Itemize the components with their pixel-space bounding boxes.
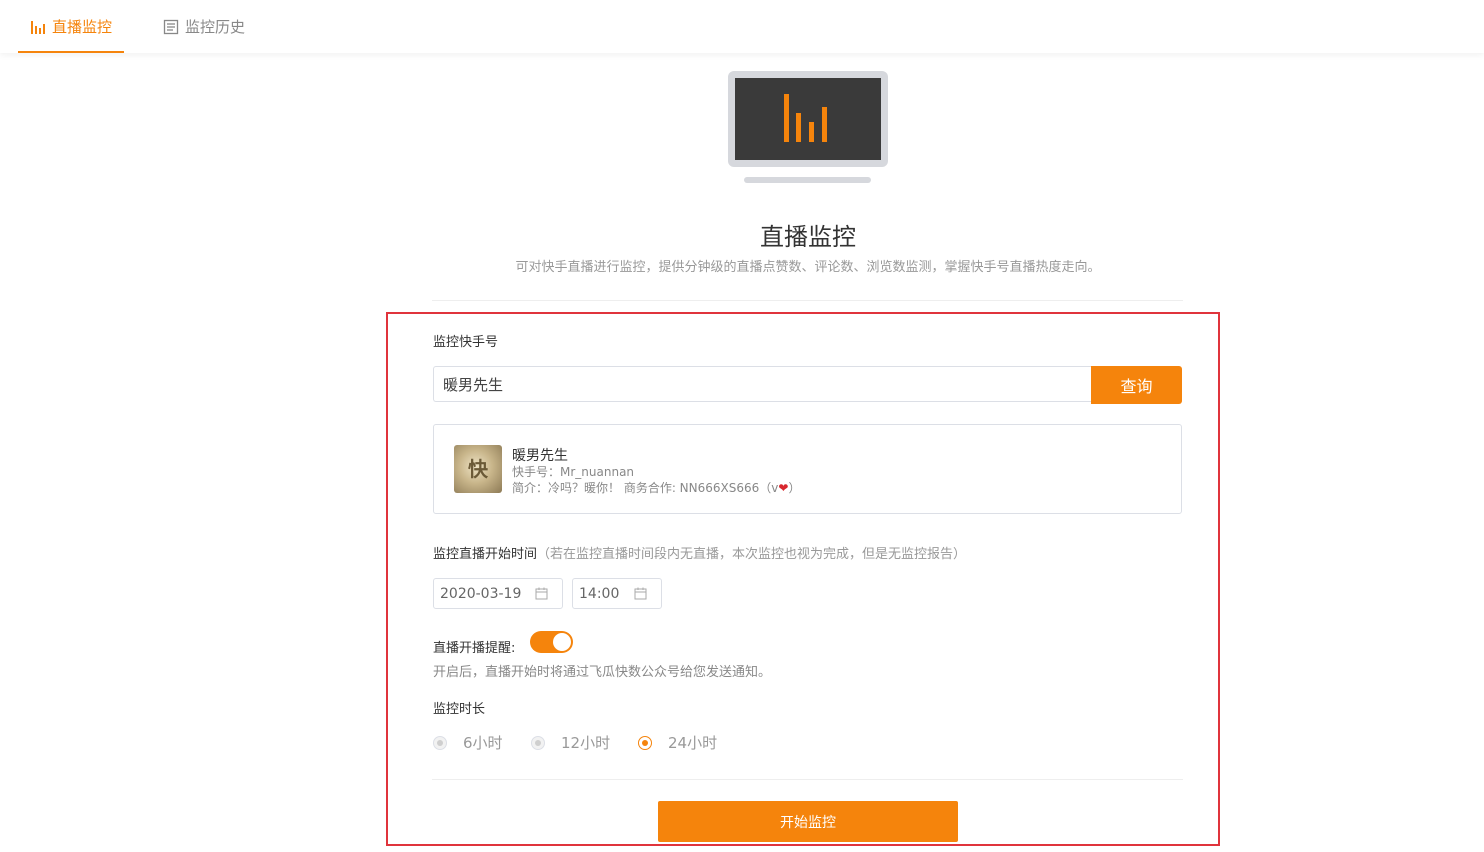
document-icon <box>163 19 179 35</box>
monitor-chart-icon <box>727 71 889 190</box>
top-tab-bar: 直播监控 监控历史 <box>0 0 1484 53</box>
account-search-input[interactable] <box>433 366 1091 402</box>
tab-live-monitor-label: 直播监控 <box>51 18 112 36</box>
start-time-label: 监控直播开始时间（若在监控直播时间段内无直播，本次监控也视为完成，但是无监控报告… <box>433 543 966 562</box>
duration-option-label: 24小时 <box>668 734 718 752</box>
duration-option-12h[interactable]: 12小时 <box>531 732 610 753</box>
user-kuaishou-id: 快手号：Mr_nuannan <box>512 465 635 479</box>
query-button[interactable]: 查询 <box>1091 366 1182 404</box>
duration-option-label: 12小时 <box>561 734 611 752</box>
calendar-icon <box>634 587 647 604</box>
reminder-toggle[interactable] <box>530 631 573 653</box>
account-label: 监控快手号 <box>433 335 499 350</box>
start-time-label-text: 监控直播开始时间 <box>433 547 538 562</box>
user-bio: 简介：冷吗？暖你！ 商务合作: NN666XS666（v❤） <box>512 479 800 496</box>
user-card[interactable]: 快 暖男先生 快手号：Mr_nuannan 简介：冷吗？暖你！ 商务合作: NN… <box>433 424 1182 514</box>
user-bio-text: 简介：冷吗？暖你！ 商务合作: NN666XS666（v <box>512 481 779 495</box>
radio-icon <box>433 735 447 750</box>
bar-chart-icon <box>30 19 46 35</box>
radio-icon <box>531 735 545 750</box>
start-monitor-button[interactable]: 开始监控 <box>658 801 958 842</box>
radio-checked-icon <box>638 735 652 750</box>
reminder-hint: 开启后，直播开始时将通过飞瓜快数公众号给您发送通知。 <box>433 665 772 680</box>
tab-monitor-history-label: 监控历史 <box>185 18 246 36</box>
time-value: 14:00 <box>579 585 620 602</box>
time-picker[interactable]: 14:00 <box>572 578 662 609</box>
duration-option-6h[interactable]: 6小时 <box>433 732 503 753</box>
page-title: 直播监控 <box>760 223 856 251</box>
tab-live-monitor[interactable]: 直播监控 <box>18 0 124 53</box>
user-name: 暖男先生 <box>512 448 568 464</box>
user-bio-suffix: ） <box>788 481 801 495</box>
reminder-label: 直播开播提醒: <box>433 641 516 656</box>
date-picker[interactable]: 2020-03-19 <box>433 578 563 609</box>
start-time-note: （若在监控直播时间段内无直播，本次监控也视为完成，但是无监控报告） <box>537 547 967 562</box>
tab-monitor-history[interactable]: 监控历史 <box>163 0 245 53</box>
divider <box>432 779 1183 780</box>
toggle-knob <box>553 633 571 651</box>
duration-option-24h[interactable]: 24小时 <box>638 732 717 753</box>
duration-label: 监控时长 <box>433 702 486 717</box>
duration-option-label: 6小时 <box>463 734 503 752</box>
calendar-icon <box>535 587 548 604</box>
heart-icon: ❤ <box>778 481 789 495</box>
page-subtitle: 可对快手直播进行监控，提供分钟级的直播点赞数、评论数、浏览数监测，掌握快手号直播… <box>515 260 1101 275</box>
avatar: 快 <box>454 445 502 493</box>
divider <box>432 300 1183 301</box>
date-value: 2020-03-19 <box>440 585 522 602</box>
